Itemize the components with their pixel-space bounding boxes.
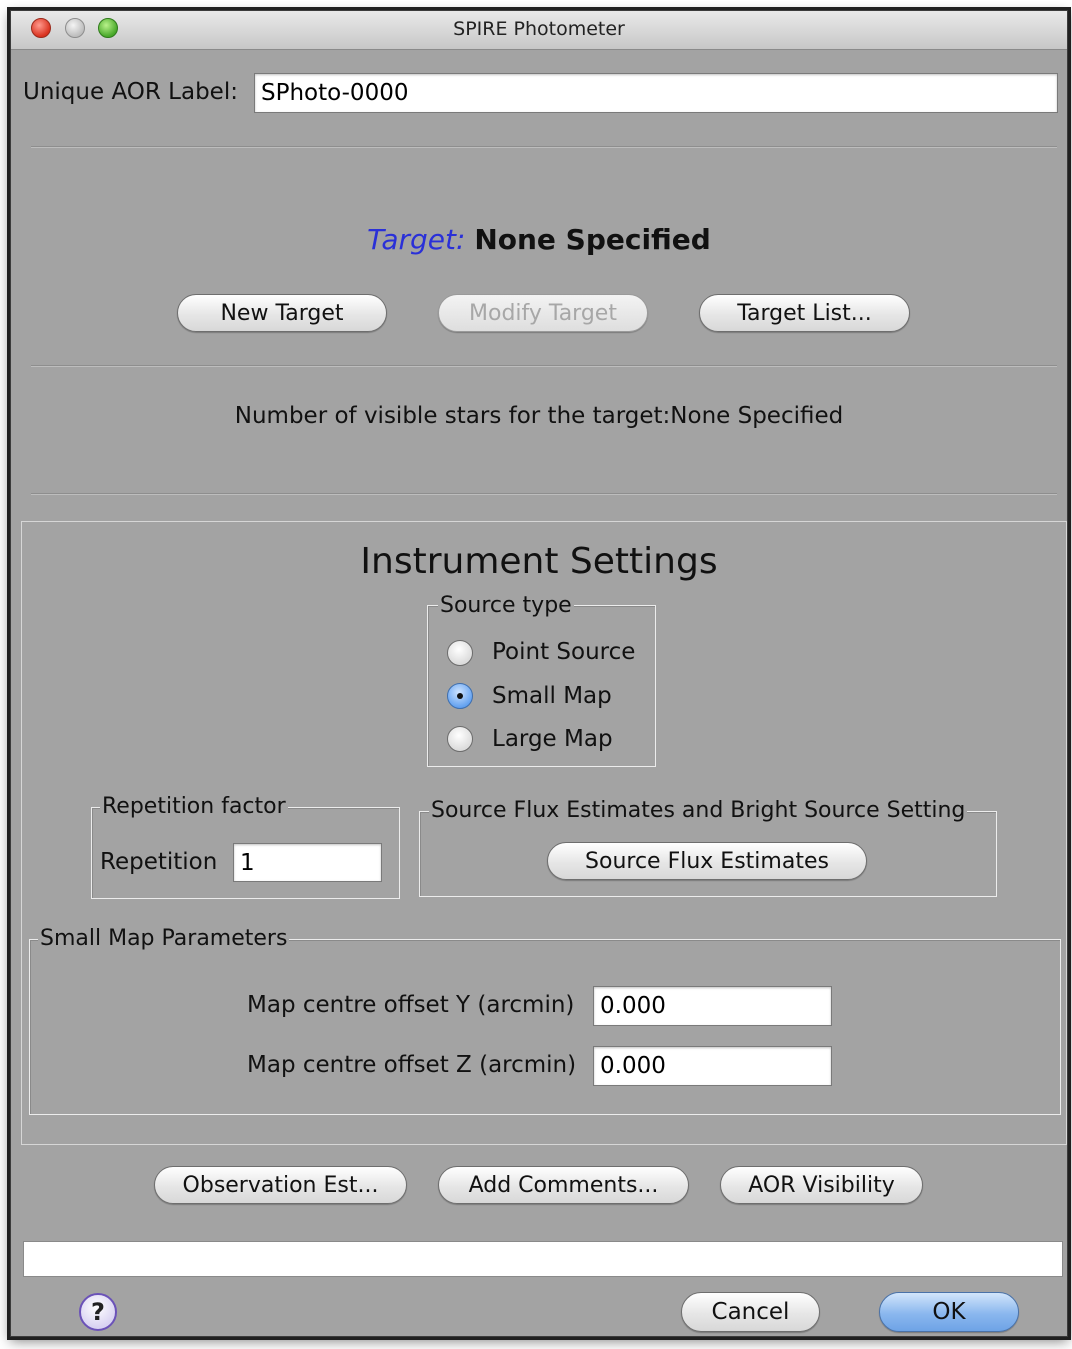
offset-y-label: Map centre offset Y (arcmin)	[247, 992, 575, 1018]
visible-stars-text: Number of visible stars for the target:N…	[234, 403, 844, 429]
target-value: None Specified	[474, 223, 711, 256]
spire-photometer-window: SPIRE Photometer Unique AOR Label: Targe…	[10, 10, 1068, 1337]
status-field	[23, 1241, 1063, 1277]
repetition-factor-legend: Repetition factor	[100, 794, 288, 819]
small-map-parameters-legend: Small Map Parameters	[38, 926, 290, 951]
source-type-legend: Source type	[438, 593, 574, 618]
radio-button[interactable]	[447, 640, 473, 666]
instrument-settings-title: Instrument Settings	[360, 541, 718, 582]
title-bar[interactable]: SPIRE Photometer	[11, 11, 1067, 50]
aor-label: Unique AOR Label:	[23, 79, 238, 105]
separator	[31, 146, 1057, 148]
repetition-input[interactable]	[233, 843, 382, 882]
separator	[31, 493, 1057, 495]
radio-button-selected[interactable]	[447, 683, 473, 709]
offset-y-input[interactable]	[593, 986, 832, 1026]
radio-label-point-source: Point Source	[492, 639, 636, 665]
radio-button[interactable]	[447, 726, 473, 752]
radio-label-large-map: Large Map	[492, 726, 613, 752]
source-flux-estimates-button[interactable]: Source Flux Estimates	[547, 842, 867, 880]
observation-est-button[interactable]: Observation Est...	[154, 1166, 407, 1204]
offset-z-input[interactable]	[593, 1046, 832, 1086]
modify-target-button[interactable]: Modify Target	[438, 294, 648, 332]
separator	[31, 365, 1057, 367]
window-title: SPIRE Photometer	[453, 18, 625, 40]
target-key: Target:	[367, 223, 466, 256]
new-target-button[interactable]: New Target	[177, 294, 387, 332]
small-map-parameters-group	[29, 939, 1061, 1115]
cancel-button[interactable]: Cancel	[681, 1292, 820, 1332]
target-list-button[interactable]: Target List...	[699, 294, 910, 332]
target-display: Target: None Specified	[11, 223, 1067, 256]
aor-label-input[interactable]	[254, 73, 1058, 113]
aor-visibility-button[interactable]: AOR Visibility	[720, 1166, 923, 1204]
help-icon[interactable]: ?	[79, 1293, 117, 1331]
radio-label-small-map: Small Map	[492, 683, 612, 709]
add-comments-button[interactable]: Add Comments...	[438, 1166, 689, 1204]
repetition-label: Repetition	[100, 849, 218, 875]
ok-button[interactable]: OK	[879, 1292, 1019, 1332]
offset-z-label: Map centre offset Z (arcmin)	[247, 1052, 577, 1078]
source-flux-legend: Source Flux Estimates and Bright Source …	[429, 798, 968, 823]
